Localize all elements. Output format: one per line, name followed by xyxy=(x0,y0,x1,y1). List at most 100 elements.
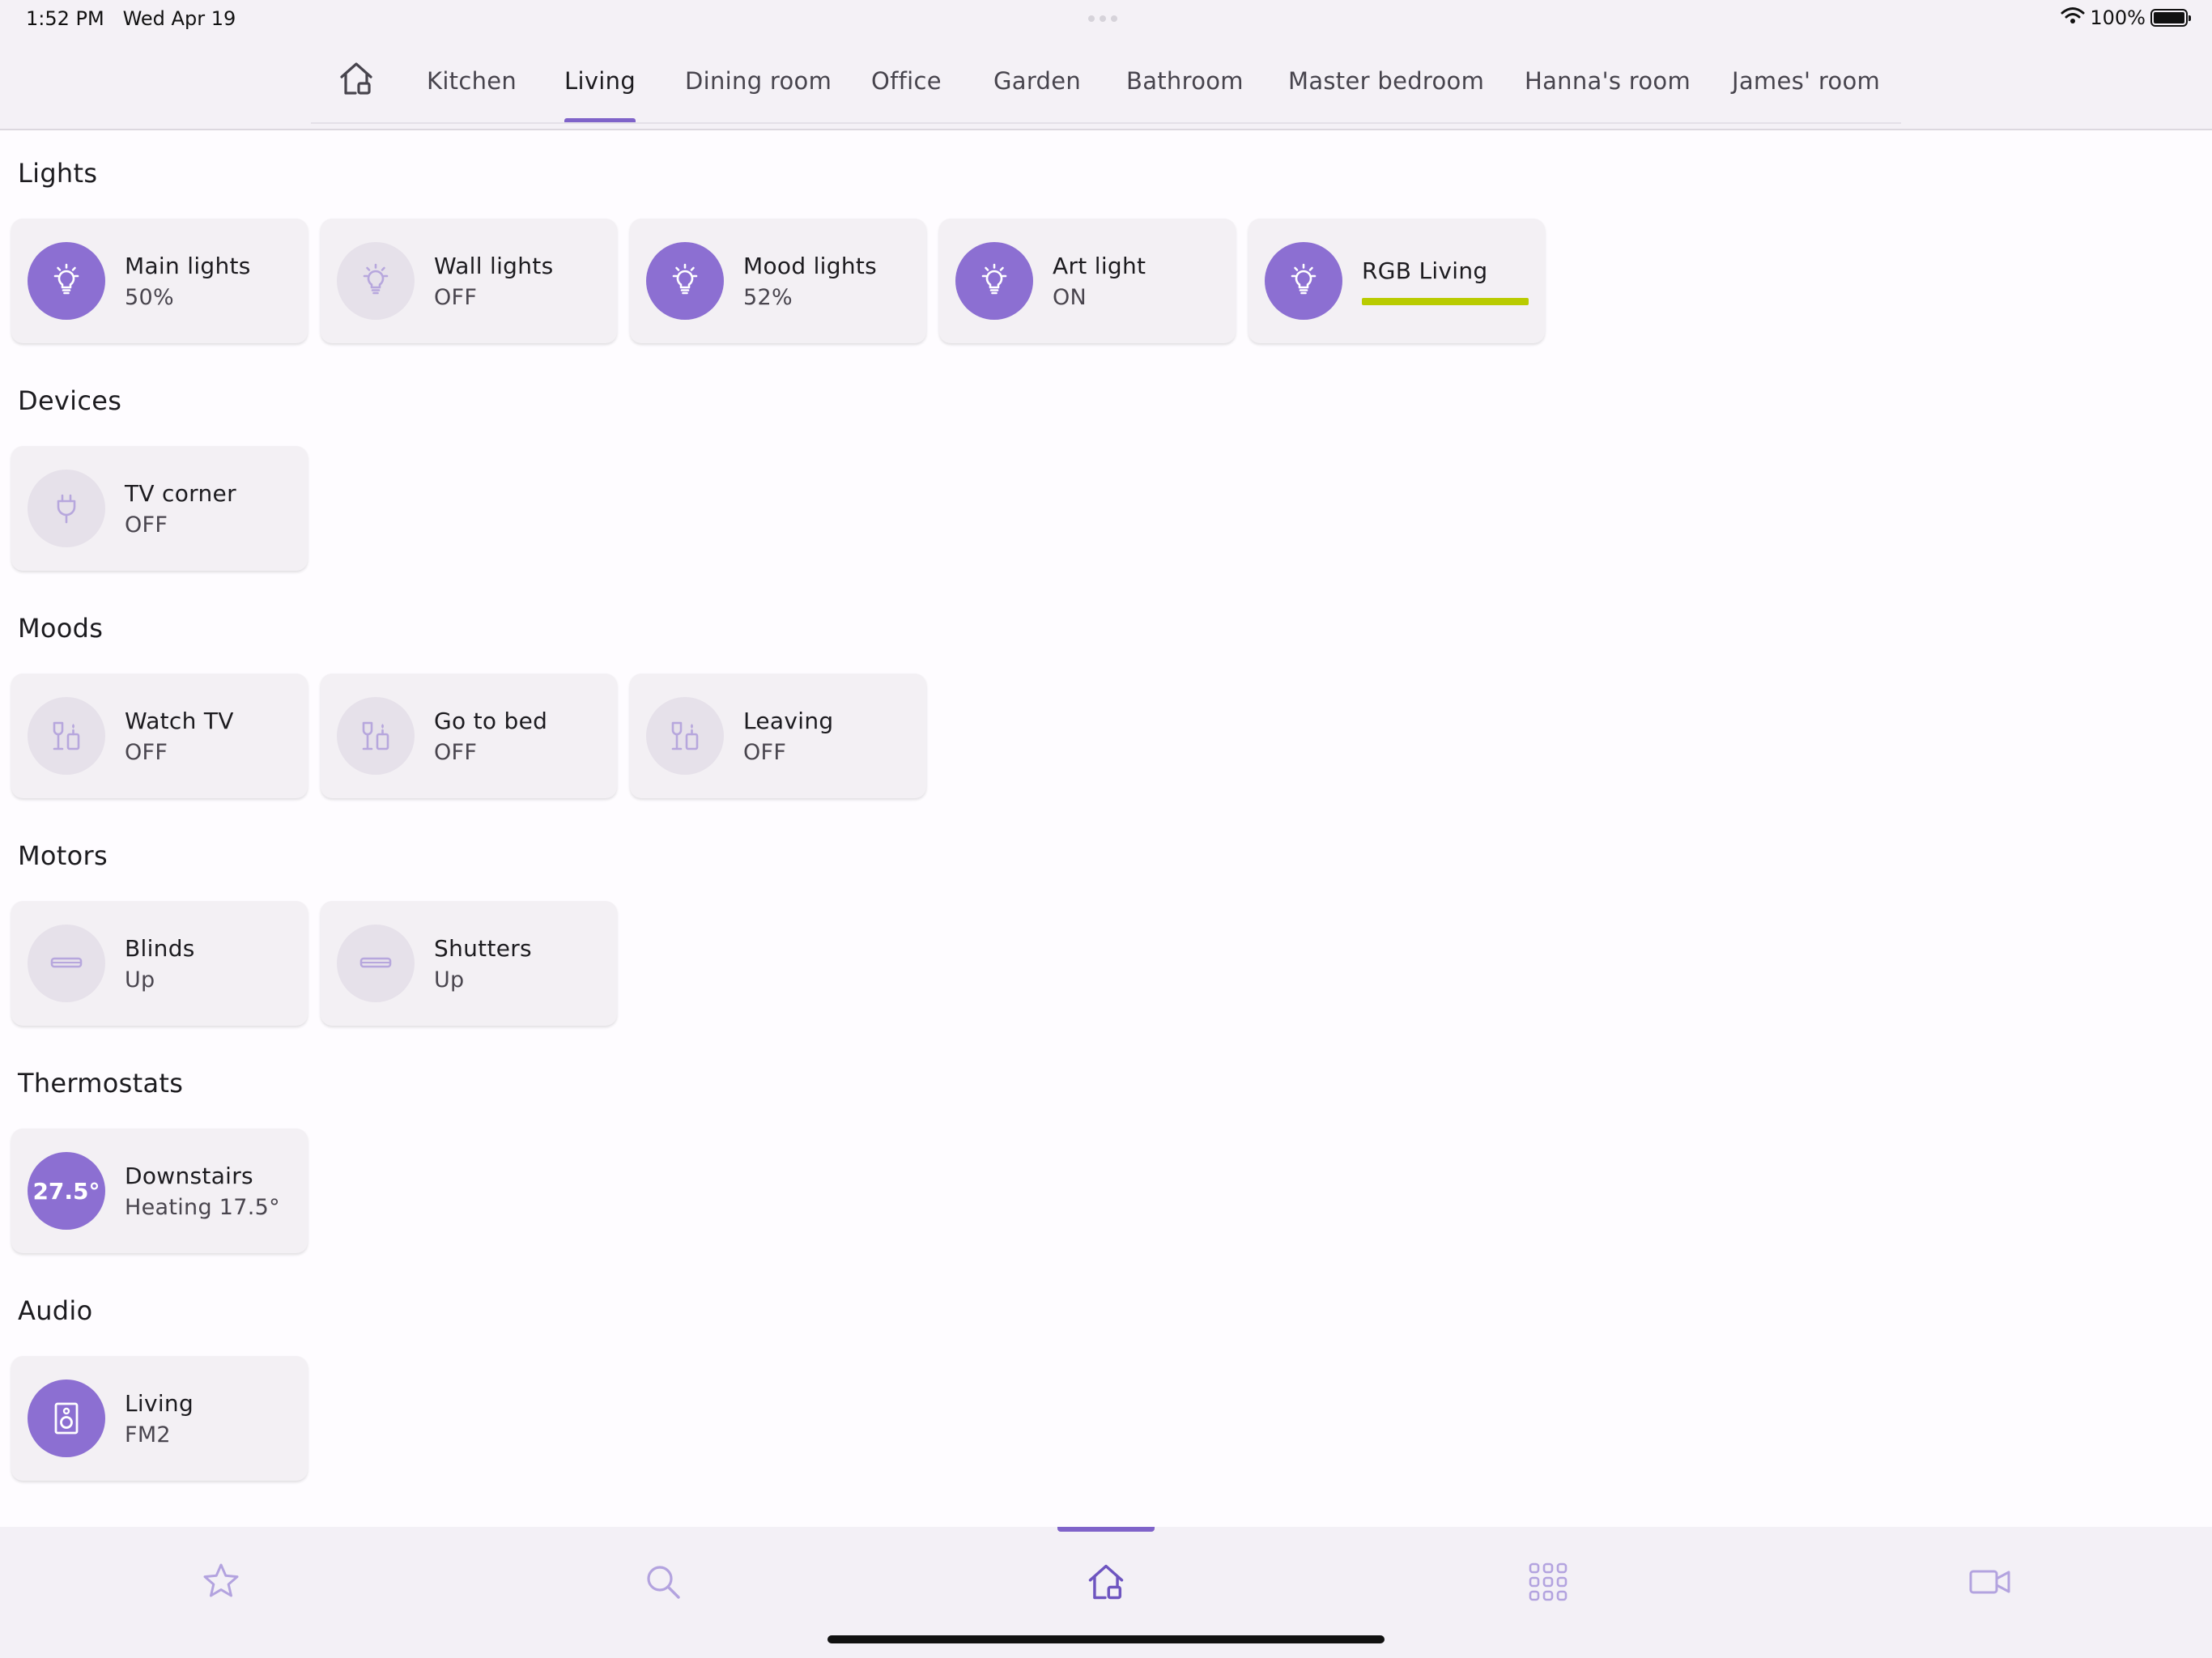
home-indicator[interactable] xyxy=(827,1635,1385,1643)
nav-apps[interactable] xyxy=(1516,1550,1580,1614)
light-card-wall-lights[interactable]: Wall lights OFF xyxy=(321,219,617,343)
light-toggle[interactable] xyxy=(337,242,415,320)
tab-garden[interactable]: Garden xyxy=(993,38,1081,124)
search-icon xyxy=(647,1566,680,1599)
device-card-tv-corner[interactable]: TV corner OFF xyxy=(11,446,308,571)
motor-toggle[interactable] xyxy=(28,925,105,1002)
card-state: Up xyxy=(434,967,465,993)
status-bar: 1:52 PM Wed Apr 19 100% xyxy=(0,0,2212,38)
section-title-moods: Moods xyxy=(18,613,104,644)
card-name: Shutters xyxy=(434,935,532,962)
light-toggle[interactable] xyxy=(646,242,724,320)
rgb-color-bar xyxy=(1362,298,1529,305)
tab-dining-room[interactable]: Dining room xyxy=(685,38,832,124)
tab-hannas-room[interactable]: Hanna's room xyxy=(1525,38,1691,124)
mood-card-watch-tv[interactable]: Watch TV OFF xyxy=(11,674,308,798)
light-toggle[interactable] xyxy=(955,242,1033,320)
card-name: Go to bed xyxy=(434,708,548,734)
speaker-icon xyxy=(54,1402,79,1435)
card-name: Main lights xyxy=(125,253,251,279)
blind-icon xyxy=(50,957,83,968)
card-name: RGB Living xyxy=(1362,257,1488,284)
bulb-icon xyxy=(672,263,698,295)
light-card-art-light[interactable]: Art light ON xyxy=(939,219,1236,343)
tab-living[interactable]: Living xyxy=(564,38,636,124)
mood-toggle[interactable] xyxy=(28,697,105,775)
home-icon xyxy=(1088,1564,1124,1600)
tab-office[interactable]: Office xyxy=(871,38,942,124)
audio-toggle[interactable] xyxy=(28,1380,105,1457)
card-state: OFF xyxy=(743,740,787,765)
card-state: Heating 17.5° xyxy=(125,1195,280,1220)
nav-cameras[interactable] xyxy=(1958,1550,2023,1614)
tab-kitchen[interactable]: Kitchen xyxy=(427,38,517,124)
card-state: OFF xyxy=(434,285,478,310)
card-name: Leaving xyxy=(743,708,834,734)
video-camera-icon xyxy=(1969,1570,2010,1594)
star-icon xyxy=(203,1563,239,1597)
status-indicators: 100% xyxy=(2061,6,2191,29)
card-name: Downstairs xyxy=(125,1163,253,1189)
section-title-audio: Audio xyxy=(18,1295,93,1326)
battery-icon xyxy=(2150,9,2191,27)
light-card-mood-lights[interactable]: Mood lights 52% xyxy=(630,219,926,343)
card-state: OFF xyxy=(125,512,168,538)
audio-card-living[interactable]: Living FM2 xyxy=(11,1356,308,1481)
mood-icon xyxy=(362,721,389,750)
card-name: Living xyxy=(125,1390,194,1417)
card-name: Art light xyxy=(1053,253,1146,279)
card-state: OFF xyxy=(125,740,168,765)
mood-card-leaving[interactable]: Leaving OFF xyxy=(630,674,926,798)
section-title-motors: Motors xyxy=(18,840,108,871)
tab-james-room[interactable]: James' room xyxy=(1732,38,1880,124)
card-state: 50% xyxy=(125,285,174,310)
wifi-icon xyxy=(2061,6,2085,29)
status-date-text: Wed Apr 19 xyxy=(122,7,236,30)
card-state: Up xyxy=(125,967,155,993)
grid-icon xyxy=(1529,1562,1568,1601)
motor-card-shutters[interactable]: Shutters Up xyxy=(321,901,617,1026)
thermostat-temperature: 27.5° xyxy=(32,1177,100,1205)
tab-master-bedroom[interactable]: Master bedroom xyxy=(1288,38,1484,124)
bulb-icon xyxy=(981,263,1007,295)
multitasking-handle[interactable] xyxy=(1088,15,1124,22)
mood-toggle[interactable] xyxy=(337,697,415,775)
section-title-lights: Lights xyxy=(18,158,98,189)
light-toggle[interactable] xyxy=(28,242,105,320)
bulb-icon xyxy=(1291,263,1317,295)
card-state: ON xyxy=(1053,285,1087,310)
home-icon xyxy=(337,59,376,104)
card-state: 52% xyxy=(743,285,793,310)
room-tabs-layer: Kitchen Living Dining room Office Garden… xyxy=(311,38,1901,124)
tab-home[interactable] xyxy=(334,38,379,124)
tab-bathroom[interactable]: Bathroom xyxy=(1126,38,1244,124)
nav-search[interactable] xyxy=(631,1550,696,1614)
thermostat-temperature-badge[interactable]: 27.5° xyxy=(28,1152,105,1230)
nav-home[interactable] xyxy=(1074,1550,1138,1614)
status-time-text: 1:52 PM xyxy=(26,7,104,30)
mood-toggle[interactable] xyxy=(646,697,724,775)
card-name: Wall lights xyxy=(434,253,554,279)
status-time: 1:52 PM Wed Apr 19 xyxy=(26,7,236,30)
motor-card-blinds[interactable]: Blinds Up xyxy=(11,901,308,1026)
card-name: TV corner xyxy=(125,480,236,507)
active-nav-indicator xyxy=(1057,1527,1155,1532)
thermostat-card-downstairs[interactable]: 27.5° Downstairs Heating 17.5° xyxy=(11,1129,308,1253)
blind-icon xyxy=(359,957,392,968)
light-card-main-lights[interactable]: Main lights 50% xyxy=(11,219,308,343)
card-name: Mood lights xyxy=(743,253,878,279)
device-toggle[interactable] xyxy=(28,470,105,547)
battery-percent: 100% xyxy=(2090,6,2146,29)
card-state: OFF xyxy=(434,740,478,765)
bulb-icon xyxy=(53,263,79,295)
light-toggle[interactable] xyxy=(1265,242,1342,320)
mood-icon xyxy=(53,721,80,750)
nav-favorites[interactable] xyxy=(189,1550,253,1614)
plug-icon xyxy=(57,494,76,524)
mood-icon xyxy=(671,721,699,750)
mood-card-go-to-bed[interactable]: Go to bed OFF xyxy=(321,674,617,798)
light-card-rgb-living[interactable]: RGB Living xyxy=(1249,219,1545,343)
card-state: FM2 xyxy=(125,1422,171,1448)
motor-toggle[interactable] xyxy=(337,925,415,1002)
card-name: Blinds xyxy=(125,935,195,962)
